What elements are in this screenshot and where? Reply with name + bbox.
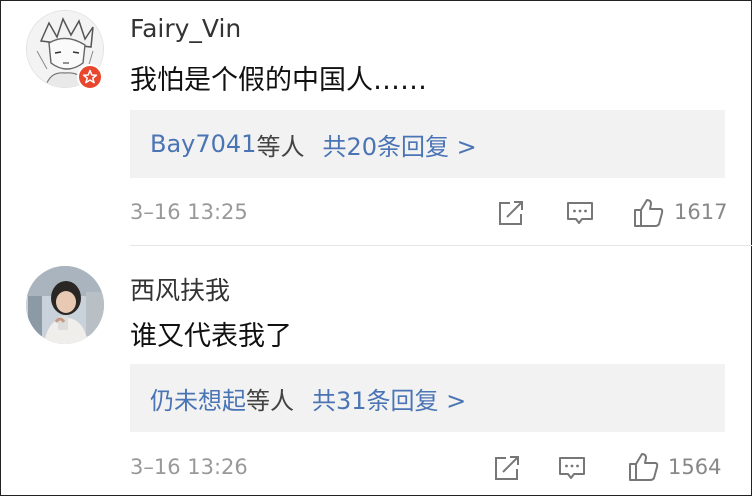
thumbs-up-icon[interactable] bbox=[632, 196, 666, 230]
comment-text: 谁又代表我了 bbox=[130, 321, 292, 352]
comment-text: 我怕是个假的中国人…… bbox=[130, 65, 427, 96]
reply-summary[interactable]: 仍未想起 等人 共31条回复 > bbox=[130, 364, 725, 432]
thumbs-up-icon[interactable] bbox=[627, 450, 661, 484]
share-icon[interactable] bbox=[492, 453, 522, 483]
comment-icon[interactable] bbox=[565, 198, 595, 228]
reply-etc-label: 等人 bbox=[256, 132, 305, 161]
verified-badge bbox=[77, 64, 103, 90]
reply-etc-label: 等人 bbox=[246, 386, 294, 415]
username[interactable]: 西风扶我 bbox=[130, 271, 230, 307]
verified-star-icon bbox=[82, 69, 98, 84]
comment-item: Fairy_Vin 我怕是个假的中国人…… Bay7041 等人 共20条回复 … bbox=[0, 0, 752, 246]
username[interactable]: Fairy_Vin bbox=[130, 14, 241, 43]
avatar-photo bbox=[26, 266, 104, 344]
reply-count-link[interactable]: 共20条回复 > bbox=[322, 127, 476, 162]
comment-icon[interactable] bbox=[557, 453, 587, 483]
like-count: 1617 bbox=[674, 200, 728, 224]
share-icon[interactable] bbox=[496, 198, 526, 228]
like-count: 1564 bbox=[668, 455, 722, 479]
reply-user-link[interactable]: Bay7041 bbox=[150, 130, 256, 158]
avatar[interactable] bbox=[26, 266, 104, 344]
timestamp: 3–16 13:26 bbox=[130, 455, 248, 479]
reply-count-link[interactable]: 共31条回复 > bbox=[312, 381, 466, 416]
comment-item: 西风扶我 谁又代表我了 仍未想起 等人 共31条回复 > 3–16 13:26 … bbox=[0, 246, 752, 496]
reply-summary[interactable]: Bay7041 等人 共20条回复 > bbox=[130, 110, 725, 178]
reply-user-link[interactable]: 仍未想起 bbox=[150, 381, 246, 416]
timestamp: 3–16 13:25 bbox=[130, 200, 248, 224]
